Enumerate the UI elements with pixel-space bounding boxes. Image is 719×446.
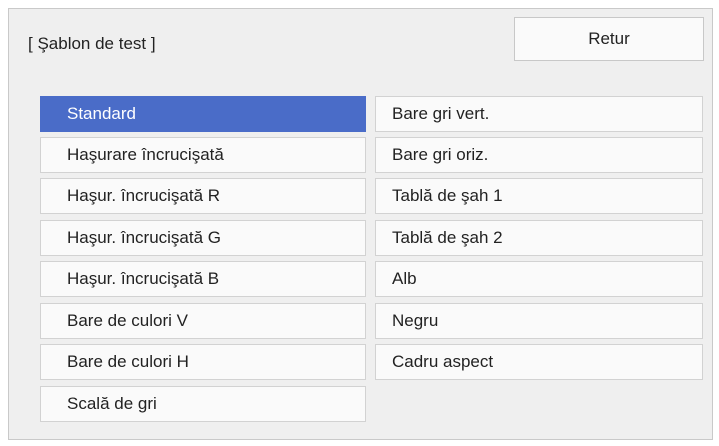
back-button[interactable]: Retur <box>514 17 704 61</box>
pattern-item-black[interactable]: Negru <box>375 303 703 339</box>
pattern-item-grayscale[interactable]: Scală de gri <box>40 386 366 422</box>
pattern-item-crosshatch-b[interactable]: Haşur. încrucişată B <box>40 261 366 297</box>
pattern-item-color-bars-h[interactable]: Bare de culori H <box>40 344 366 380</box>
pattern-item-crosshatch-r[interactable]: Haşur. încrucişată R <box>40 178 366 214</box>
pattern-item-checkerboard-2[interactable]: Tablă de şah 2 <box>375 220 703 256</box>
pattern-item-gray-bars-vert[interactable]: Bare gri vert. <box>375 96 703 132</box>
pattern-item-standard[interactable]: Standard <box>40 96 366 132</box>
pattern-item-crosshatch[interactable]: Haşurare încrucişată <box>40 137 366 173</box>
pattern-item-crosshatch-g[interactable]: Haşur. încrucişată G <box>40 220 366 256</box>
pattern-item-checkerboard-1[interactable]: Tablă de şah 1 <box>375 178 703 214</box>
pattern-item-color-bars-v[interactable]: Bare de culori V <box>40 303 366 339</box>
dialog-title: [ Şablon de test ] <box>28 34 156 53</box>
pattern-item-gray-bars-horiz[interactable]: Bare gri oriz. <box>375 137 703 173</box>
pattern-item-aspect-frame[interactable]: Cadru aspect <box>375 344 703 380</box>
pattern-item-white[interactable]: Alb <box>375 261 703 297</box>
